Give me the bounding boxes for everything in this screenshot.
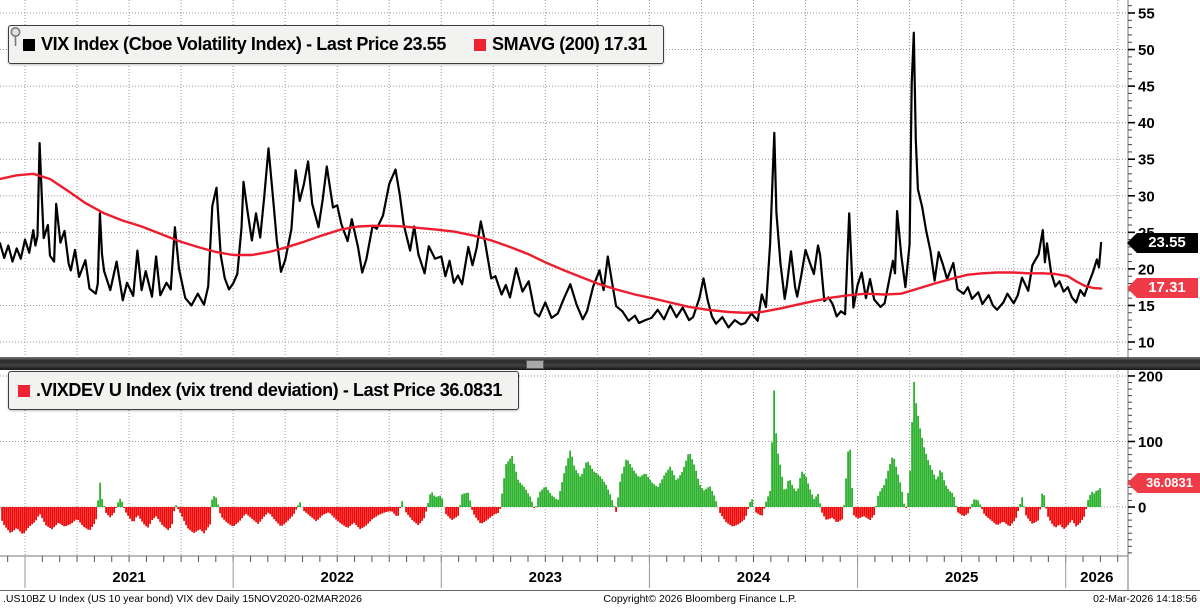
vix-last-price-tag: 23.55 bbox=[1127, 233, 1198, 253]
y-axis-tick-label: 15 bbox=[1138, 298, 1155, 315]
vix-series-swatch bbox=[23, 38, 35, 51]
y-axis-tick-label: 35 bbox=[1138, 152, 1155, 169]
chart-footer: .US10BZ U Index (US 10 year bond) VIX de… bbox=[0, 592, 1200, 608]
y-axis-tick-label: 40 bbox=[1138, 115, 1155, 132]
x-axis-year-label: 2022 bbox=[321, 569, 354, 586]
y-axis-tick-label: 50 bbox=[1138, 42, 1155, 59]
y-axis-tick-label: 0 bbox=[1138, 500, 1146, 517]
x-axis-year-label: 2026 bbox=[1080, 569, 1113, 586]
y-axis-tick-label: 100 bbox=[1138, 434, 1163, 451]
chart-canvas[interactable]: 10 15 2025 30 35 40 45 50 55 0 100 200 2021 2022 2023 2… bbox=[0, 0, 1200, 608]
y-axis-tick-label: 55 bbox=[1138, 6, 1155, 23]
smavg-legend-label: SMAVG (200) 17.31 bbox=[492, 34, 647, 54]
y-axis-tick-label: 45 bbox=[1138, 79, 1155, 96]
y-axis-tick-label: 200 bbox=[1138, 368, 1163, 385]
divider-drag-handle[interactable] bbox=[526, 360, 544, 369]
legend-top-panel[interactable]: VIX Index (Cboe Volatility Index) - Last… bbox=[8, 25, 664, 64]
vixdev-legend-label: .VIXDEV U Index (vix trend deviation) - … bbox=[36, 380, 502, 400]
smavg-series-swatch bbox=[474, 38, 486, 51]
bloomberg-vix-chart: 10 15 2025 30 35 40 45 50 55 0 100 200 2021 2022 2023 2… bbox=[0, 0, 1200, 608]
footer-copyright: Copyright© 2026 Bloomberg Finance L.P. bbox=[603, 593, 797, 605]
x-axis-year-label: 2024 bbox=[737, 569, 771, 586]
smavg-last-price-tag: 17.31 bbox=[1127, 278, 1198, 298]
y-axis-tick-label: 30 bbox=[1138, 188, 1155, 205]
footer-security-info: .US10BZ U Index (US 10 year bond) VIX de… bbox=[3, 593, 362, 605]
y-axis-tick-label: 10 bbox=[1138, 335, 1155, 352]
vixdev-series-swatch bbox=[18, 384, 30, 397]
smavg-line bbox=[0, 172, 1103, 314]
panel-divider[interactable] bbox=[0, 357, 1200, 370]
x-axis-year-label: 2021 bbox=[112, 569, 145, 586]
legend-bottom-panel[interactable]: .VIXDEV U Index (vix trend deviation) - … bbox=[8, 371, 519, 410]
y-axis-tick-label: 20 bbox=[1138, 261, 1155, 278]
price-lines bbox=[0, 31, 1103, 329]
vix-legend-label: VIX Index (Cboe Volatility Index) - Last… bbox=[41, 34, 446, 54]
x-axis-year-label: 2023 bbox=[529, 569, 562, 586]
vixdev-last-price-tag: 36.0831 bbox=[1127, 473, 1200, 493]
footer-timestamp: 02-Mar-2026 14:18:56 bbox=[1093, 593, 1197, 605]
x-axis-year-label: 2025 bbox=[945, 569, 978, 586]
